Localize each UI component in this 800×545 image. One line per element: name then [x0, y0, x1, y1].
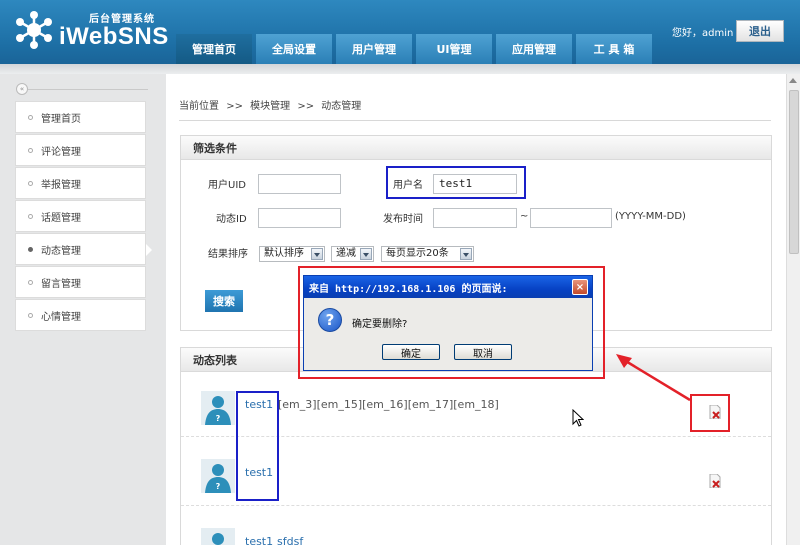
sidebar-item-feeds[interactable]: 动态管理	[15, 233, 152, 265]
user-greeting: 您好，admin	[672, 28, 734, 39]
breadcrumb-separator: >>	[297, 101, 315, 112]
avatar[interactable]: ?	[201, 459, 235, 493]
sidebar-item-reports[interactable]: 举报管理	[15, 167, 146, 199]
publish-time-label: 发布时间	[383, 214, 423, 225]
avatar[interactable]: ?	[201, 391, 235, 425]
bullet-icon	[28, 147, 33, 153]
sidebar-item-label: 举报管理	[41, 179, 81, 191]
bullet-icon	[28, 246, 33, 252]
nav-tab-toolbox[interactable]: 工 具 箱	[576, 34, 652, 64]
feed-content: [em_3][em_15][em_16][em_17][em_18]	[278, 398, 499, 411]
svg-text:?: ?	[216, 414, 221, 423]
nav-tab-app-management[interactable]: 应用管理	[496, 34, 572, 64]
row-divider	[181, 505, 771, 506]
uid-label: 用户UID	[208, 180, 246, 191]
scroll-up-icon[interactable]	[789, 78, 797, 83]
nav-tab-ui-management[interactable]: UI管理	[416, 34, 492, 64]
breadcrumb-separator: >>	[226, 101, 243, 112]
question-icon: ?	[318, 308, 342, 332]
breadcrumb: 当前位置 >> 模块管理 >> 动态管理	[179, 97, 365, 112]
sort-field-select[interactable]: 默认排序	[259, 246, 325, 262]
sidebar-item-label: 心情管理	[41, 311, 81, 323]
feed-username[interactable]: test1	[245, 535, 273, 545]
sort-order-select[interactable]: 递减	[331, 246, 374, 262]
uid-input[interactable]	[258, 174, 341, 194]
sidebar-item-comments[interactable]: 评论管理	[15, 134, 146, 166]
logo-title: iWebSNS	[59, 23, 169, 50]
breadcrumb-divider	[179, 120, 771, 121]
delete-icon[interactable]	[709, 474, 721, 488]
logout-button[interactable]: 退出	[736, 20, 784, 42]
date-format-hint: (YYYY-MM-DD)	[615, 211, 686, 222]
sidebar-item-label: 动态管理	[41, 245, 81, 257]
sort-field-value: 默认排序	[264, 248, 304, 259]
sidebar-divider	[28, 89, 148, 90]
filter-panel-title: 筛选条件	[181, 136, 771, 160]
page-size-select[interactable]: 每页显示20条	[381, 246, 474, 262]
breadcrumb-feed-management: 动态管理	[321, 101, 362, 112]
publish-time-from-input[interactable]	[433, 208, 517, 228]
feed-content: sfdsf	[277, 535, 304, 545]
sidebar-item-messages[interactable]: 留言管理	[15, 266, 146, 298]
svg-text:?: ?	[216, 482, 221, 491]
feed-id-input[interactable]	[258, 208, 341, 228]
time-range-separator: ~	[520, 211, 529, 222]
annotation-username-highlight	[386, 166, 526, 199]
confirm-dialog: 来自 http://192.168.1.106 的页面说: × ? 确定要删除?…	[303, 275, 593, 371]
user-avatar-icon	[212, 533, 224, 545]
chevron-down-icon[interactable]	[311, 248, 323, 260]
bullet-icon	[28, 180, 33, 186]
publish-time-to-input[interactable]	[530, 208, 612, 228]
scroll-thumb[interactable]	[789, 90, 799, 254]
main-nav: 管理首页 全局设置 用户管理 UI管理 应用管理 工 具 箱	[176, 34, 656, 64]
dialog-message: 确定要删除?	[352, 319, 408, 330]
header: 后台管理系统 iWebSNS 管理首页 全局设置 用户管理 UI管理 应用管理 …	[0, 0, 800, 64]
user-avatar-icon: ?	[205, 396, 231, 425]
annotation-delete-highlight	[690, 394, 730, 432]
header-subbar	[0, 64, 800, 74]
sort-order-value: 递减	[336, 248, 356, 259]
collapse-sidebar-icon[interactable]: «	[16, 83, 28, 95]
sidebar-item-moods[interactable]: 心情管理	[15, 299, 146, 331]
annotation-arrow-icon	[616, 354, 691, 402]
bullet-icon	[28, 114, 33, 120]
sidebar-item-label: 留言管理	[41, 278, 81, 290]
sidebar-item-label: 管理首页	[41, 113, 81, 125]
sidebar-item-admin-home[interactable]: 管理首页	[15, 101, 146, 133]
avatar[interactable]	[201, 528, 235, 545]
sort-label: 结果排序	[208, 249, 248, 260]
chevron-down-icon[interactable]	[360, 248, 372, 260]
sidebar-item-label: 话题管理	[41, 212, 81, 224]
dialog-title: 来自 http://192.168.1.106 的页面说:	[304, 276, 592, 298]
vertical-scrollbar[interactable]	[786, 74, 800, 545]
chevron-down-icon[interactable]	[460, 248, 472, 260]
nav-tab-global-settings[interactable]: 全局设置	[256, 34, 332, 64]
confirm-ok-button[interactable]: 确定	[382, 344, 440, 360]
feed-id-label: 动态ID	[216, 214, 247, 225]
confirm-cancel-button[interactable]: 取消	[454, 344, 512, 360]
nav-tab-user-management[interactable]: 用户管理	[336, 34, 412, 64]
search-button[interactable]: 搜索	[205, 290, 243, 312]
close-icon[interactable]: ×	[572, 279, 588, 295]
bullet-icon	[28, 312, 33, 318]
nav-tab-home[interactable]: 管理首页	[176, 34, 252, 64]
bullet-icon	[28, 213, 33, 219]
page-size-value: 每页显示20条	[386, 248, 449, 259]
logo-icon	[16, 11, 52, 49]
user-avatar-icon: ?	[205, 464, 231, 493]
bullet-icon	[28, 279, 33, 285]
sidebar: « 管理首页 评论管理 举报管理 话题管理 动态管理 留言管理 心情管理	[0, 74, 166, 545]
annotation-usernames-highlight	[236, 391, 279, 501]
breadcrumb-current-location: 当前位置	[179, 101, 219, 112]
sidebar-item-topics[interactable]: 话题管理	[15, 200, 146, 232]
breadcrumb-module-management[interactable]: 模块管理	[250, 101, 290, 112]
sidebar-menu: 管理首页 评论管理 举报管理 话题管理 动态管理 留言管理 心情管理	[15, 101, 152, 332]
sidebar-item-label: 评论管理	[41, 146, 81, 158]
mouse-cursor-icon	[572, 409, 584, 427]
